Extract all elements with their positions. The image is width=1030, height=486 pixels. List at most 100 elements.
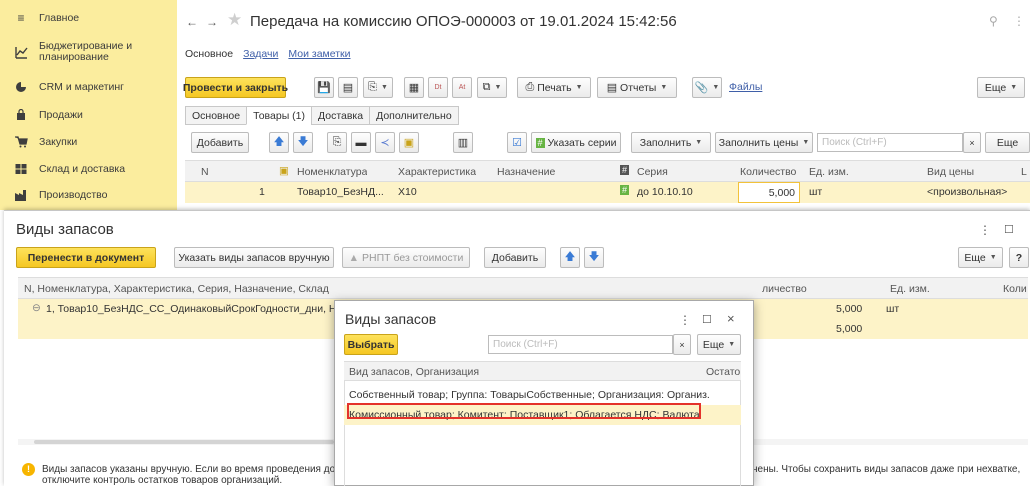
tab-tasks[interactable]: Задачи [243,48,278,60]
favorite-star-icon[interactable]: ★ [227,10,242,30]
move-down-button[interactable]: 🡇 [293,132,313,153]
arrow-down-icon: 🡇 [588,250,600,263]
document-title: Передача на комиссию ОПОЭ-000003 от 19.0… [250,13,677,30]
post-doc-icon: ▤ [342,82,354,94]
back-button[interactable]: ← [183,13,201,31]
clear-search-button[interactable]: × [673,334,691,355]
panel-more-button[interactable]: Еще ▼ [958,247,1003,268]
pick-button[interactable]: ▣ [399,132,419,153]
structure-button[interactable]: ⧉ ▼ [477,77,507,98]
table-row[interactable]: 1 Товар10_БезНД... X10 # до 10.10.10 5,0… [185,182,1030,203]
specify-series-button[interactable]: # Указать серии [531,132,621,153]
delete-button[interactable]: ▬ [351,132,371,153]
check-button[interactable]: ☑ [507,132,527,153]
subtab-goods[interactable]: Товары (1) [246,106,311,125]
help-button[interactable]: ? [1009,247,1029,268]
sidebar-item-crm[interactable]: CRM и маркетинг [0,79,177,95]
dialog-search-input[interactable]: Поиск (Ctrl+F) [488,335,673,354]
dt-kt-button[interactable]: Dt [428,77,448,98]
delete-icon: ▬ [355,136,367,149]
post-and-close-button[interactable]: Провести и закрыть [183,77,288,98]
sidebar-item-sales[interactable]: Продажи [0,107,177,123]
highlight-frame [347,403,701,419]
warehouse-icon [14,162,28,176]
more-button[interactable]: Еще ▼ [977,77,1025,98]
basket-icon [14,135,28,149]
more-vertical-icon[interactable]: ⋮ [979,223,991,237]
add-button[interactable]: Добавить [484,247,546,268]
app-window: ≡ Главное Бюджетирование и планирование … [0,0,1030,486]
add-row-button[interactable]: Добавить [191,132,249,153]
journal-button[interactable]: ▦ [404,77,424,98]
list-item[interactable]: Собственный товар; Группа: ТоварыСобстве… [344,385,741,405]
clear-search-button[interactable]: × [963,132,981,153]
move-down-button[interactable]: 🡇 [584,247,604,268]
specify-manually-button[interactable]: Указать виды запасов вручную [174,247,334,268]
files-link[interactable]: Файлы [729,81,762,93]
maximize-icon[interactable]: ☐ [1004,223,1014,236]
movements-icon: At [458,84,466,91]
panel-title: Виды запасов [16,221,114,238]
sidebar-item-budgeting[interactable]: Бюджетирование и планирование [0,40,177,64]
print-button[interactable]: ⎙ Печать ▼ [517,77,591,98]
series-col-icon: # [620,165,630,175]
move-up-button[interactable]: 🡅 [560,247,580,268]
journal-icon: ▦ [408,82,420,94]
menu-icon: ≡ [17,11,25,25]
sidebar-item-warehouse[interactable]: Склад и доставка [0,161,177,177]
fill-prices-button[interactable]: Заполнить цены ▼ [715,132,813,153]
transfer-to-document-button[interactable]: Перенести в документ [16,247,156,268]
printer-icon: ⎙ [525,81,535,93]
share-icon: ≺ [380,137,390,149]
sidebar-item-production[interactable]: Производство [0,187,177,203]
create-based-button[interactable]: ⎘ ▼ [363,77,393,98]
maximize-icon[interactable]: ☐ [702,313,712,326]
sidebar-item-main[interactable]: ≡ Главное [0,10,177,26]
copy-icon: ⎘ [332,136,342,148]
tab-main[interactable]: Основное [185,48,233,60]
movements-button[interactable]: At [452,77,472,98]
link-icon[interactable]: ⚲ [989,14,998,28]
warning-triangle-icon: ▲ [348,251,360,264]
fill-button[interactable]: Заполнить ▼ [631,132,711,153]
pick-col-icon: ▣ [279,165,289,177]
dialog-title: Виды запасов [345,311,437,327]
tab-notes[interactable]: Мои заметки [288,48,350,60]
reports-button[interactable]: ▤ Отчеты ▼ [597,77,677,98]
forward-button[interactable]: → [203,13,221,31]
quantity-cell[interactable]: 5,000 [738,182,800,203]
more-vertical-icon[interactable]: ⋮ [679,313,691,327]
goods-search-input[interactable]: Поиск (Ctrl+F) [817,133,963,152]
series-cell-icon: # [620,185,630,195]
collapse-icon[interactable]: ⊖ [32,302,41,314]
post-button[interactable]: ▤ [338,77,358,98]
rnpt-button[interactable]: ▲ РНПТ без стоимости [342,247,470,268]
stock-table-header: N, Номенклатура, Характеристика, Серия, … [18,277,1028,299]
cart-icon [14,108,28,122]
copy-button[interactable]: ⎘ [327,132,347,153]
dt-kt-icon: Dt [434,84,442,91]
goods-more-button[interactable]: Еще [985,132,1030,153]
arrow-down-icon: 🡇 [297,135,309,148]
report-icon: ▤ [606,82,618,94]
select-button[interactable]: Выбрать [344,334,398,355]
sidebar-item-purchases[interactable]: Закупки [0,134,177,150]
pick-goods-icon: ▣ [403,137,415,149]
more-vertical-icon[interactable]: ⋮ [1013,14,1025,28]
attach-button[interactable]: 📎 ▼ [692,77,722,98]
chart-icon [14,45,28,59]
save-button[interactable]: 💾 [314,77,334,98]
barcode-icon: ▥ [457,137,469,149]
create-based-icon: ⎘ [368,81,377,93]
close-icon[interactable]: × [727,311,735,326]
subtab-additional[interactable]: Дополнительно [369,106,459,125]
dialog-more-button[interactable]: Еще ▼ [697,334,741,355]
scrollbar-thumb[interactable] [34,440,334,444]
subtab-main[interactable]: Основное [185,106,247,125]
structure-icon: ⧉ [482,81,491,93]
barcode-button[interactable]: ▥ [453,132,473,153]
share-button[interactable]: ≺ [375,132,395,153]
subtab-delivery[interactable]: Доставка [311,106,370,125]
move-up-button[interactable]: 🡅 [269,132,289,153]
close-icon: × [969,137,975,148]
